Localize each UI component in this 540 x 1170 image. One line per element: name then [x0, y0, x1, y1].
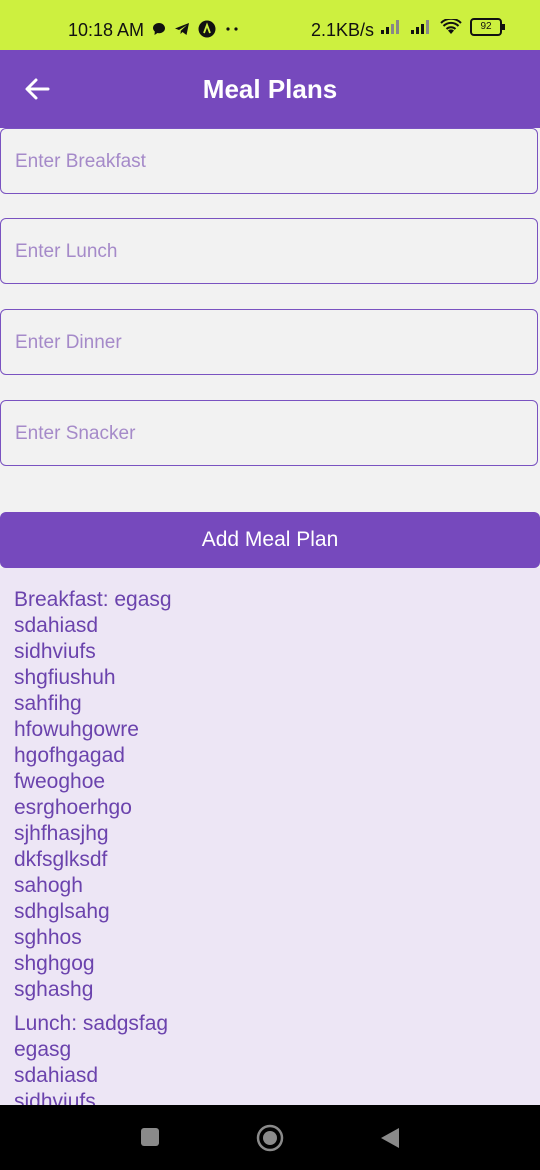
- meal-plan-line: shgfiushuh: [14, 666, 116, 689]
- meal-plan-line: fweoghoe: [14, 770, 106, 793]
- meal-plan-line: dkfsglksdf: [14, 848, 108, 871]
- more-dots-icon: [226, 27, 238, 31]
- meal-plan-line: Breakfast: egasg: [14, 588, 172, 611]
- home-icon[interactable]: [256, 1124, 284, 1152]
- meal-plan-line: Lunch: sadgsfag: [14, 1012, 169, 1035]
- status-system-icons: 92: [380, 18, 505, 36]
- meal-plan-line: sidhviufs: [14, 1090, 96, 1105]
- meal-plan-line: sdahiasd: [14, 614, 99, 637]
- snacker-input[interactable]: [13, 401, 527, 467]
- status-bar: 10:18 AM 2.1KB/s 92: [0, 0, 540, 50]
- status-notification-icons: [152, 20, 240, 38]
- meal-plan-list[interactable]: Breakfast: egasg sdahiasd sidhviufs shgfius…: [0, 568, 540, 1105]
- meal-plan-line: sahogh: [14, 874, 83, 897]
- meal-plan-line: sahfihg: [14, 692, 82, 715]
- meal-plan-line: hfowuhgowre: [14, 718, 139, 741]
- telegram-icon: [175, 23, 189, 35]
- recent-apps-icon[interactable]: [140, 1127, 160, 1147]
- network-speed: 2.1KB/s: [311, 20, 375, 40]
- status-time: 10:18 AM: [68, 20, 145, 40]
- meal-plan-line: sjhfhasjhg: [14, 822, 109, 845]
- meal-plan-line: sdahiasd: [14, 1064, 99, 1087]
- meal-plan-line: sdhglsahg: [14, 900, 110, 923]
- meal-plan-line: sghashg: [14, 978, 94, 1001]
- lunch-input[interactable]: [13, 219, 527, 285]
- navigation-bar: [0, 1105, 540, 1170]
- signal-icon: [411, 20, 429, 34]
- meal-plan-line: esrghoerhgo: [14, 796, 132, 819]
- app-icon: [198, 20, 216, 38]
- add-meal-plan-button[interactable]: Add Meal Plan: [0, 512, 540, 568]
- wifi-icon: [440, 19, 462, 34]
- dinner-input[interactable]: [13, 310, 527, 376]
- battery-level: 92: [480, 21, 492, 32]
- breakfast-field[interactable]: [0, 128, 538, 195]
- battery-icon: 92: [470, 18, 505, 36]
- signal-icon: [381, 20, 399, 34]
- meal-plan-line: sghhos: [14, 926, 82, 949]
- meal-plan-item: Lunch: sadgsfag egasg sdahiasd sidhviufs: [0, 1011, 540, 1105]
- chat-icon: [153, 23, 165, 35]
- app-bar: Meal Plans: [0, 50, 540, 128]
- dinner-field[interactable]: [0, 309, 538, 376]
- meal-plan-line: shghgog: [14, 952, 95, 975]
- meal-plan-item: Breakfast: egasg sdahiasd sidhviufs shgfius…: [0, 568, 540, 1003]
- page-title: Meal Plans: [202, 74, 338, 104]
- back-nav-icon[interactable]: [380, 1127, 400, 1149]
- lunch-field[interactable]: [0, 218, 538, 285]
- breakfast-input[interactable]: [13, 129, 527, 195]
- meal-plan-line: egasg: [14, 1038, 72, 1061]
- meal-plan-line: hgofhgagad: [14, 744, 125, 767]
- snacker-field[interactable]: [0, 400, 538, 467]
- meal-plan-line: sidhviufs: [14, 640, 96, 663]
